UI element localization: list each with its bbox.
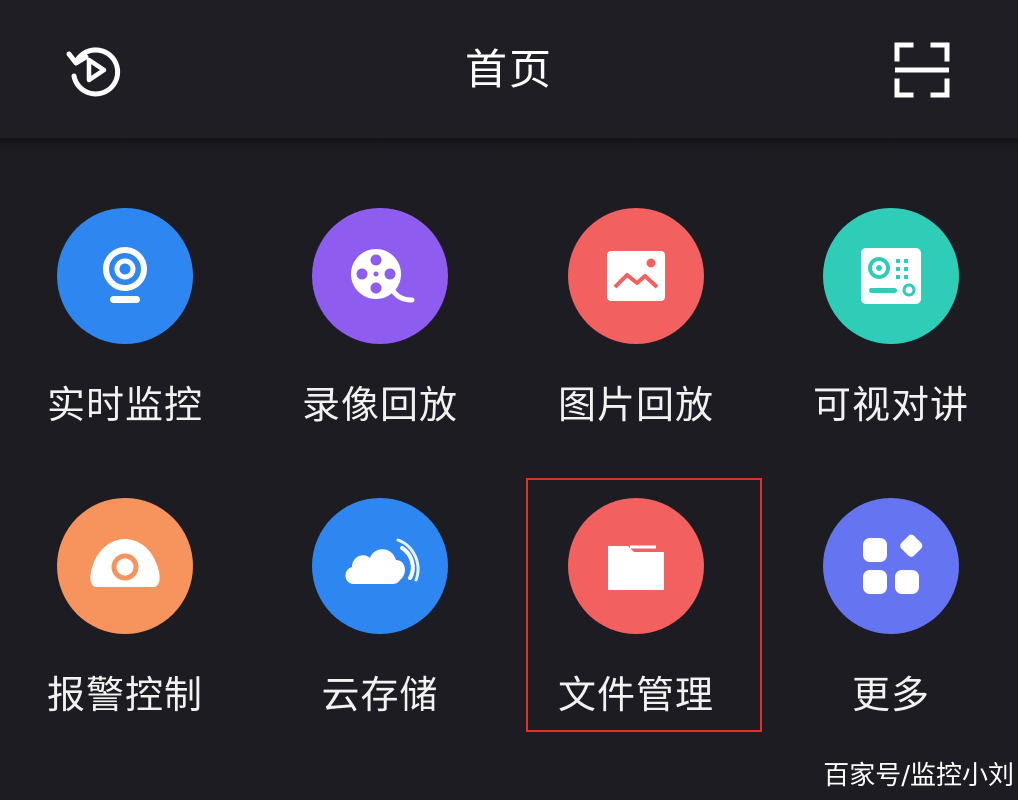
tile-label: 实时监控 [46,383,203,427]
tile-picture-playback[interactable]: 图片回放 [521,208,751,458]
scan-icon [894,42,950,98]
tile-icon-circle [568,208,704,344]
folder-icon [608,545,664,590]
tile-file-management[interactable]: 文件管理 [521,498,751,748]
more-apps-icon [863,534,923,594]
page-title: 首页 [464,45,553,94]
function-grid: 实时监控 录像回放 图片回放 可视对讲 报警控制 云存储 文件管理 更多 [0,152,1018,752]
alarm-icon [90,539,160,587]
tile-icon-circle [823,208,959,344]
tile-icon-circle [57,498,193,634]
tile-label: 更多 [851,673,930,717]
picture-icon [607,251,665,301]
tile-more[interactable]: 更多 [776,498,1006,748]
watermark: 百家号/监控小刘 [823,761,1014,791]
scan-button[interactable] [890,38,954,102]
tile-alarm-control[interactable]: 报警控制 [10,498,240,748]
tile-icon-circle [568,498,704,634]
tile-label: 可视对讲 [812,383,969,427]
tile-video-intercom[interactable]: 可视对讲 [776,208,1006,458]
top-bar: 首页 [0,0,1018,138]
film-reel-icon [351,249,415,303]
intercom-icon [861,248,921,304]
cloud-icon [345,538,420,584]
tile-label: 图片回放 [557,383,714,427]
app-screen: 首页 实时监控 录像回放 图片回放 可视对讲 报警控制 云存储 文件管理 更多 … [0,0,1018,800]
tile-record-playback[interactable]: 录像回放 [265,208,495,458]
tile-icon-circle [312,208,448,344]
camera-icon [103,247,147,303]
tile-label: 文件管理 [557,673,714,717]
tile-live-monitor[interactable]: 实时监控 [10,208,240,458]
tile-label: 报警控制 [46,673,203,717]
tile-icon-circle [312,498,448,634]
tile-label: 云存储 [321,673,439,717]
tile-label: 录像回放 [301,383,458,427]
header-shadow [0,138,1018,152]
tile-cloud-storage[interactable]: 云存储 [265,498,495,748]
tile-icon-circle [57,208,193,344]
tile-icon-circle [823,498,959,634]
